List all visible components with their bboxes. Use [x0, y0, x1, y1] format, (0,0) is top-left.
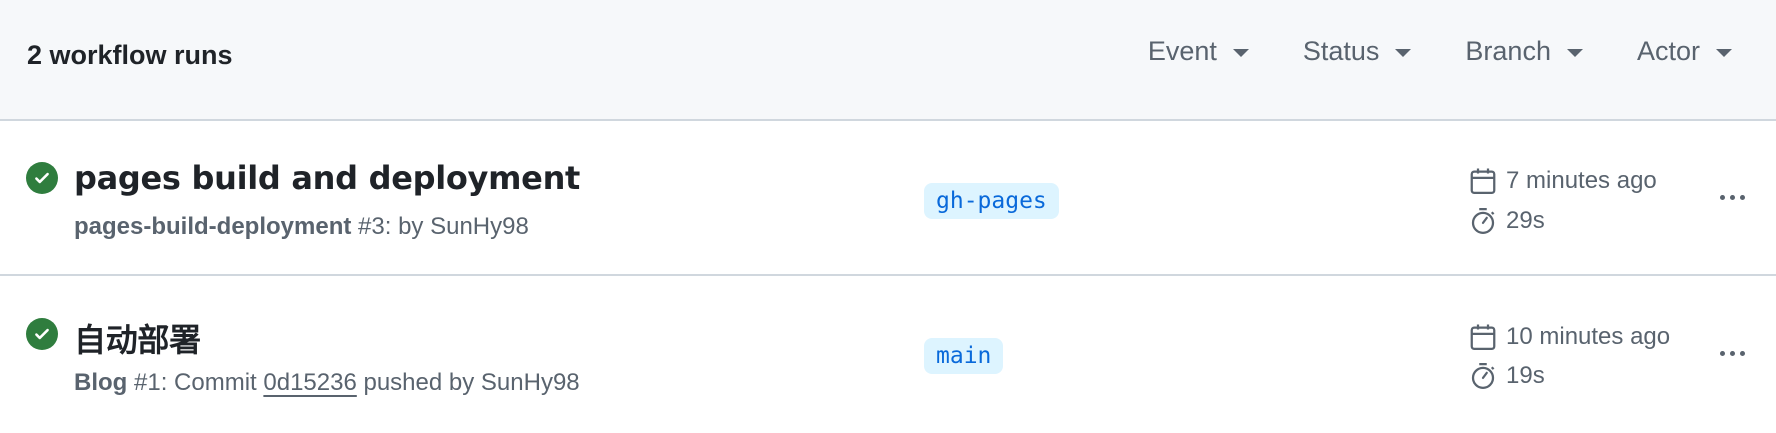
run-time-ago: 10 minutes ago [1506, 323, 1671, 350]
workflow-run-row: 自动部署 Blog #1: Commit 0d15236 pushed by S… [0, 278, 1776, 433]
status-filter-label: Status [1302, 36, 1380, 66]
actor-filter-label: Actor [1636, 36, 1700, 66]
run-timestamp: 7 minutes ago [1468, 166, 1657, 196]
run-timestamp: 10 minutes ago [1468, 322, 1670, 352]
check-circle-icon [26, 318, 58, 350]
workflow-name: Blog [74, 369, 128, 396]
run-meta: pages-build-deployment #3: by SunHy98 [74, 213, 529, 241]
stopwatch-icon [1471, 363, 1495, 389]
run-duration: 29s [1468, 206, 1545, 236]
triangle-down-icon [1395, 48, 1412, 57]
run-title-link[interactable]: pages build and deployment [74, 159, 580, 197]
run-number: #1 [134, 369, 161, 396]
run-meta-text: pushed by SunHy98 [356, 369, 580, 396]
run-meta-prefix: : Commit [160, 369, 264, 396]
runs-header: 2 workflow runs Event Status Branch Acto… [0, 0, 1776, 121]
triangle-down-icon [1716, 48, 1732, 57]
run-duration-value: 29s [1506, 207, 1545, 234]
run-duration-value: 19s [1506, 362, 1545, 389]
calendar-icon [1470, 168, 1496, 194]
run-number: #3 [358, 213, 385, 240]
workflow-run-count: 2 workflow runs [27, 40, 233, 70]
event-filter[interactable]: Event [1148, 36, 1249, 67]
run-duration: 19s [1468, 361, 1545, 391]
calendar-icon [1470, 324, 1496, 350]
branch-filter-label: Branch [1465, 36, 1551, 66]
run-meta: Blog #1: Commit 0d15236 pushed by SunHy9… [74, 369, 580, 397]
run-time-ago: 7 minutes ago [1506, 167, 1657, 194]
run-meta-text: : by SunHy98 [384, 213, 529, 240]
filter-bar: Event Status Branch Actor [1148, 36, 1732, 67]
stopwatch-icon [1471, 208, 1495, 234]
branch-label[interactable]: gh-pages [924, 183, 1059, 219]
actor-filter[interactable]: Actor [1637, 36, 1732, 67]
workflow-run-row: pages build and deployment pages-build-d… [0, 121, 1776, 276]
workflow-name: pages-build-deployment [74, 213, 352, 240]
kebab-horizontal-icon[interactable] [1712, 182, 1752, 212]
triangle-down-icon [1232, 48, 1249, 57]
commit-sha-link[interactable]: 0d15236 [263, 369, 356, 396]
status-filter[interactable]: Status [1303, 36, 1412, 67]
run-title-link[interactable]: 自动部署 [74, 315, 201, 361]
triangle-down-icon [1566, 48, 1583, 57]
check-circle-icon [26, 162, 58, 194]
branch-filter[interactable]: Branch [1465, 36, 1583, 67]
event-filter-label: Event [1147, 36, 1217, 66]
branch-label[interactable]: main [924, 338, 1004, 374]
kebab-horizontal-icon[interactable] [1712, 338, 1752, 368]
